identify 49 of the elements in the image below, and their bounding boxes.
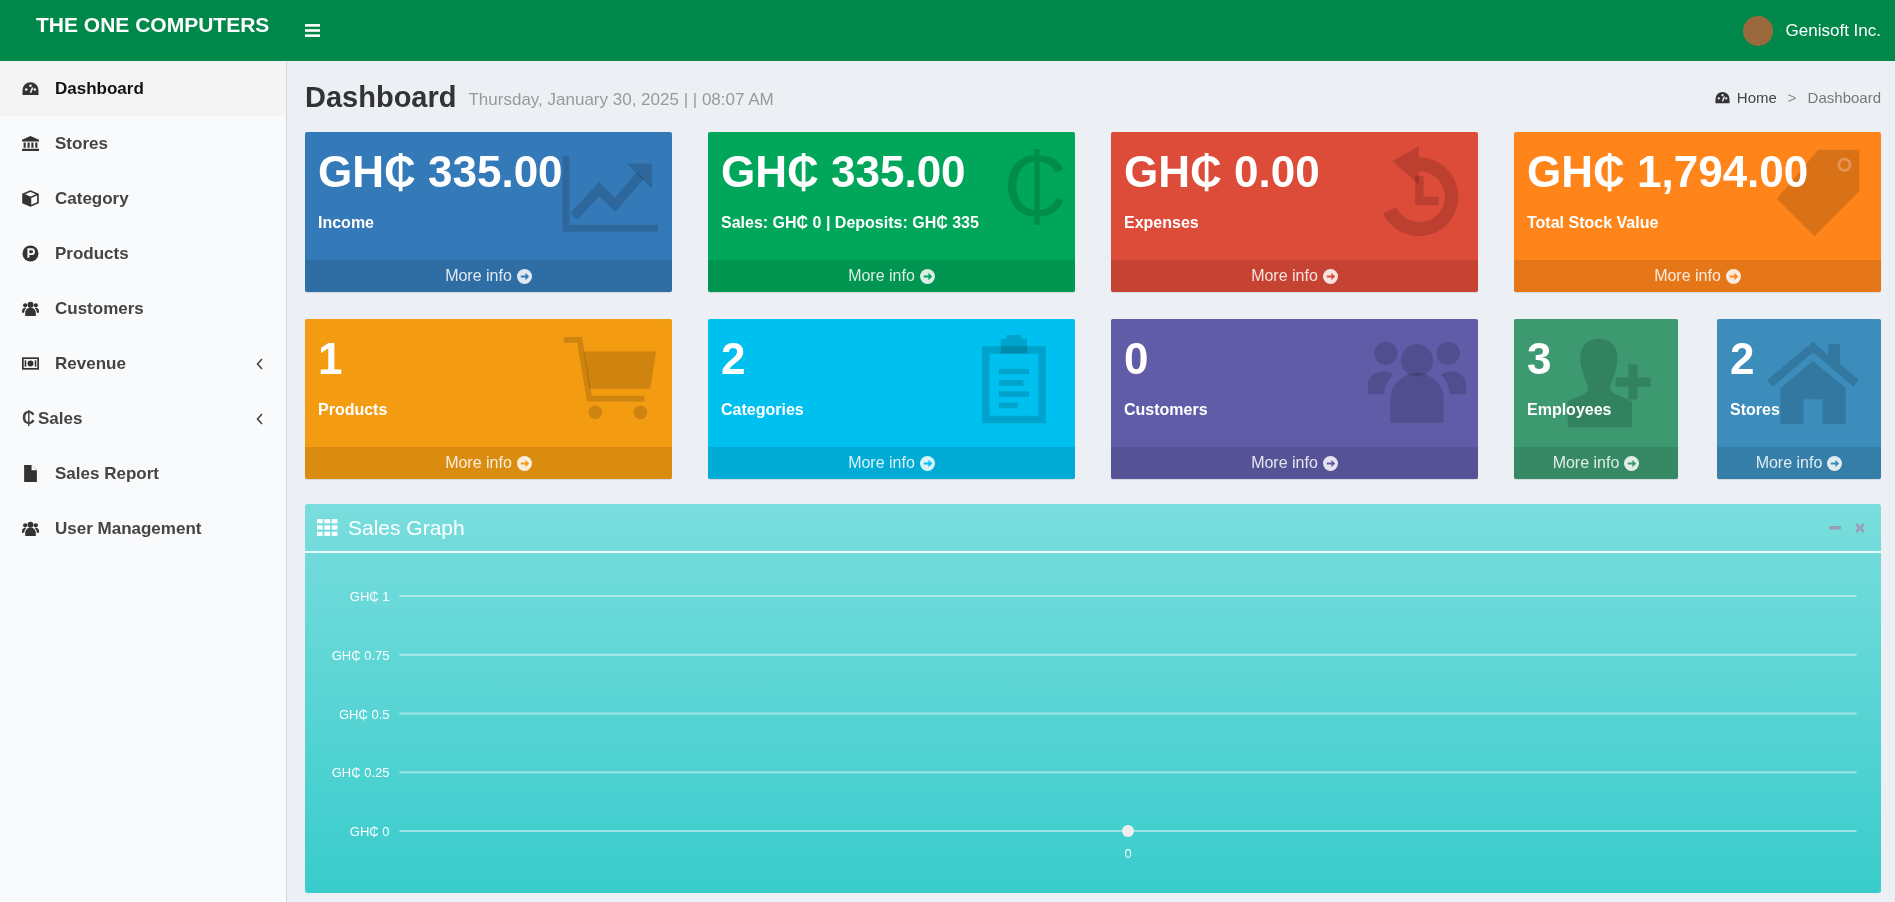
- sidebar-item[interactable]: ₵ Sales: [0, 391, 286, 446]
- stat-label: Stores: [1730, 401, 1780, 419]
- sidebar-item[interactable]: Revenue: [0, 336, 286, 391]
- brand-logo-text[interactable]: THE ONE COMPUTERS: [0, 12, 287, 37]
- axis-tick-label: 0: [1124, 846, 1132, 861]
- cedi-icon: ₵: [22, 408, 35, 429]
- user-name[interactable]: Genisoft Inc.: [1785, 20, 1881, 41]
- axis-tick-label: GH₵ 0.25: [331, 765, 390, 781]
- more-info-link[interactable]: More info: [1717, 447, 1881, 479]
- more-info-link[interactable]: More info: [305, 260, 672, 292]
- sidebar-item[interactable]: Category: [0, 171, 286, 226]
- stat-label: Categories: [721, 401, 804, 419]
- stat-value: GH₵ 335.00: [721, 146, 966, 198]
- axis-tick-label: GH₵ 0: [349, 824, 390, 839]
- axis-tick-label: GH₵ 1: [349, 589, 390, 604]
- more-info-link[interactable]: More info: [1514, 447, 1678, 479]
- sidebar-item[interactable]: Dashboard: [0, 61, 286, 116]
- sidebar-item[interactable]: Stores: [0, 116, 286, 171]
- breadcrumb-link[interactable]: Home: [1736, 88, 1777, 106]
- stat-value: 2: [721, 333, 746, 385]
- stat-value: 2: [1730, 333, 1755, 385]
- sidebar-item[interactable]: Sales Report: [0, 446, 286, 501]
- stat-value: 3: [1527, 333, 1552, 385]
- panel-title: Sales Graph: [348, 515, 466, 540]
- stat-value: GH₵ 0.00: [1124, 146, 1320, 198]
- stat-value: 1: [318, 333, 343, 385]
- breadcrumb-current: Dashboard: [1807, 88, 1881, 106]
- more-info-link[interactable]: More info: [1111, 447, 1478, 479]
- stat-value: GH₵ 335.00: [318, 146, 563, 198]
- sidebar-item[interactable]: User Management: [0, 501, 286, 556]
- date-time-text: Thursday, January 30, 2025 | | 08:07 AM: [468, 90, 774, 110]
- stat-label: Expenses: [1124, 214, 1199, 232]
- stat-label: Products: [318, 401, 388, 419]
- sidebar-item[interactable]: Products: [0, 226, 286, 281]
- more-info-link[interactable]: More info: [1111, 260, 1478, 292]
- stat-label: Income: [318, 214, 374, 232]
- page-title: Dashboard: [305, 80, 457, 114]
- breadcrumb-separator: >: [1787, 88, 1797, 106]
- stat-value: 0: [1124, 333, 1149, 385]
- axis-tick-label: GH₵ 0.75: [331, 647, 390, 663]
- stat-value: GH₵ 1,794.00: [1527, 146, 1809, 198]
- stat-label: Customers: [1124, 401, 1208, 419]
- more-info-link[interactable]: More info: [708, 260, 1075, 292]
- axis-tick-label: GH₵ 0.5: [338, 706, 390, 722]
- stat-label: Total Stock Value: [1527, 214, 1659, 232]
- cedi-icon: ₵: [1003, 142, 1067, 230]
- stat-label: Sales: GH₵ 0 | Deposits: GH₵ 335: [721, 214, 979, 232]
- sidebar-item[interactable]: Customers: [0, 281, 286, 336]
- stat-label: Employees: [1527, 401, 1612, 419]
